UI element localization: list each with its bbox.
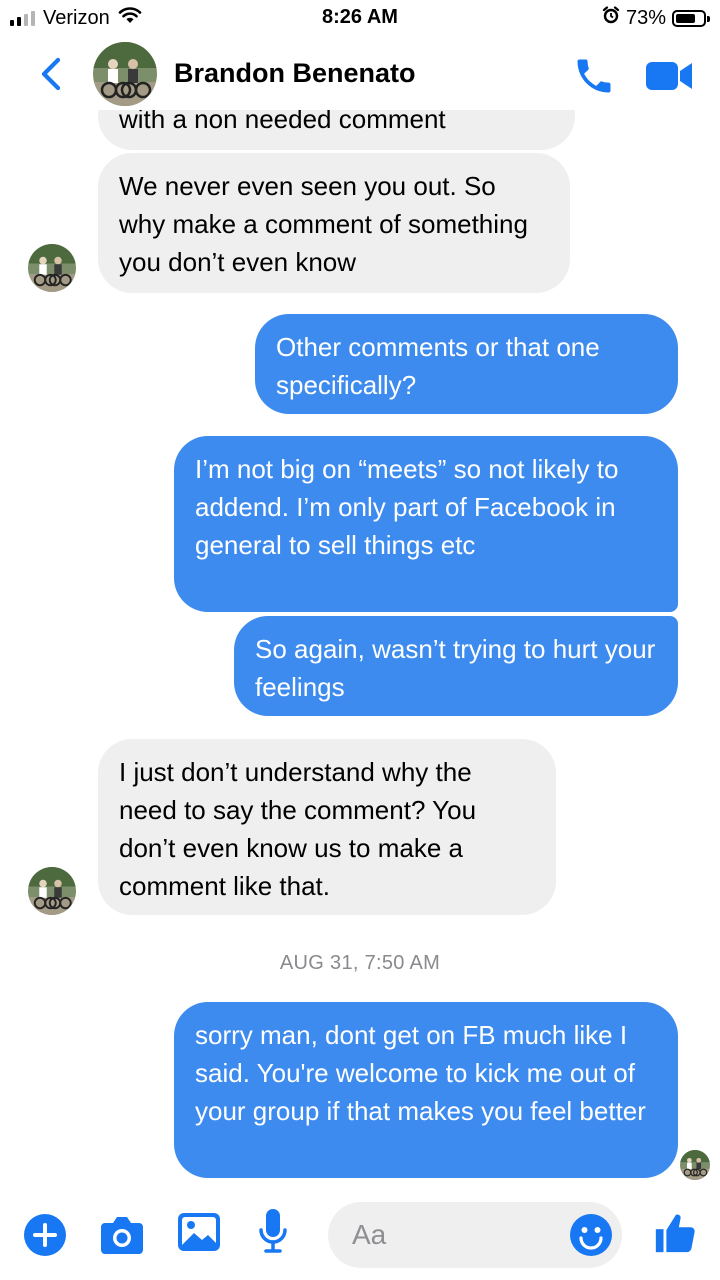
video-camera-icon (646, 62, 692, 90)
message-input[interactable] (352, 1202, 552, 1268)
message-list[interactable]: with a non needed comment We never even … (0, 0, 720, 1190)
voice-message-button[interactable] (258, 1208, 288, 1256)
status-bar: Verizon 8:26 AM 73% (0, 0, 720, 36)
gallery-icon (178, 1213, 220, 1251)
contact-avatar[interactable] (28, 244, 76, 292)
alarm-icon (602, 6, 620, 30)
contact-avatar[interactable] (28, 867, 76, 915)
more-actions-button[interactable] (24, 1214, 66, 1256)
contact-name[interactable]: Brandon Benenato (174, 58, 416, 89)
read-receipt-avatar (680, 1150, 710, 1180)
like-button[interactable] (652, 1210, 698, 1256)
camera-button[interactable] (99, 1214, 145, 1256)
message-timestamp: AUG 31, 7:50 AM (279, 952, 441, 974)
phone-icon (577, 59, 611, 93)
plus-icon (24, 1214, 66, 1256)
message-bubble-outgoing[interactable]: Other comments or that one specifically? (255, 314, 678, 414)
message-bubble-outgoing[interactable]: I’m not big on “meets” so not likely to … (174, 436, 678, 612)
message-bubble-incoming[interactable]: We never even seen you out. So why make … (98, 153, 570, 293)
call-button[interactable] (572, 54, 616, 98)
message-bubble-incoming[interactable]: I just don’t understand why the need to … (98, 739, 556, 915)
composer-bar (0, 1190, 720, 1280)
message-bubble-outgoing[interactable]: sorry man, dont get on FB much like I sa… (174, 1002, 678, 1178)
emoji-button[interactable] (570, 1214, 612, 1256)
gallery-button[interactable] (177, 1212, 221, 1252)
contact-avatar[interactable] (93, 42, 157, 106)
camera-icon (101, 1217, 143, 1254)
conversation-header: Brandon Benenato (0, 36, 720, 110)
microphone-icon (259, 1209, 287, 1253)
message-input-container[interactable] (328, 1202, 622, 1268)
thumbs-up-icon (655, 1214, 695, 1253)
emoji-icon (570, 1214, 612, 1256)
message-bubble-outgoing[interactable]: So again, wasn’t trying to hurt your fee… (234, 616, 678, 716)
back-button[interactable] (36, 54, 66, 94)
battery-icon (672, 9, 710, 27)
back-chevron-icon (41, 57, 61, 91)
video-call-button[interactable] (644, 58, 696, 94)
battery-percent: 73% (625, 6, 666, 29)
